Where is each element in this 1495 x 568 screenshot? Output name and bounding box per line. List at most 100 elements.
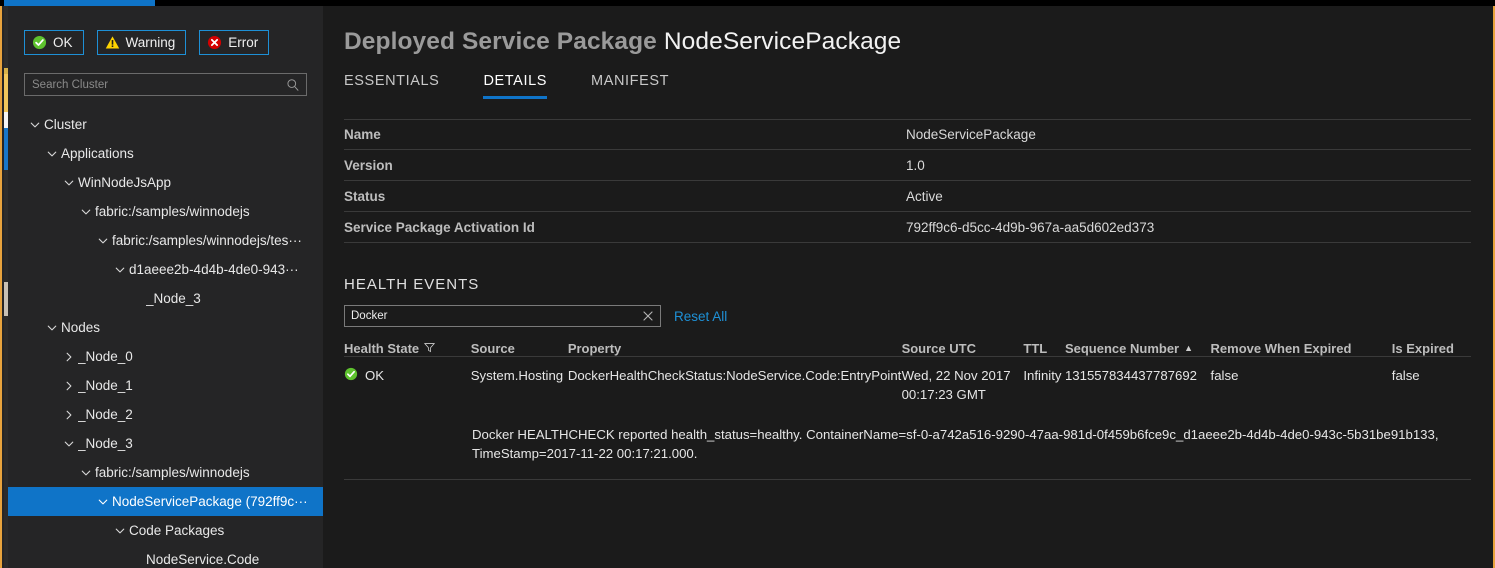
column-header-property[interactable]: Property	[568, 341, 902, 356]
column-header-health-state[interactable]: Health State	[344, 341, 471, 356]
tree-item-label: _Node_1	[78, 378, 133, 393]
property-key: Name	[344, 127, 906, 142]
health-events-filter-row: Reset All	[344, 305, 1468, 327]
tree-item-cluster[interactable]: Cluster	[8, 110, 323, 139]
property-value: Active	[906, 189, 943, 204]
cell-is-expired: false	[1392, 366, 1471, 404]
column-header-ttl[interactable]: TTL	[1023, 341, 1065, 356]
column-header-source[interactable]: Source	[471, 341, 568, 356]
sidebar: OK Warning	[8, 6, 323, 568]
tree-item-label: _Node_3	[78, 436, 133, 451]
cell-health-state-label: OK	[365, 366, 384, 385]
cell-sequence-number: 131557834437787692	[1065, 366, 1211, 404]
tree-item-node-1[interactable]: _Node_1	[8, 371, 323, 400]
property-value: NodeServicePackage	[906, 127, 1036, 142]
chevron-down-icon[interactable]	[111, 522, 129, 540]
health-event-description: Docker HEALTHCHECK reported health_statu…	[344, 404, 1471, 480]
table-row: Name NodeServicePackage	[344, 119, 1471, 150]
cell-property: DockerHealthCheckStatus:NodeService.Code…	[568, 366, 902, 404]
table-row: Service Package Activation Id 792ff9c6-d…	[344, 212, 1471, 243]
health-events-table-header: Health State Source Property Source UTC …	[344, 335, 1471, 357]
page-title: Deployed Service Package NodeServicePack…	[344, 28, 1468, 56]
tree-item-fabric-samples-winnodejs-tes[interactable]: fabric:/samples/winnodejs/tes···	[8, 226, 323, 255]
tree-item-label: d1aeee2b-4d4b-4de0-943···	[129, 262, 299, 277]
page-title-kind: Deployed Service Package	[344, 28, 657, 55]
tree-item-fabric-samples-winnodejs[interactable]: fabric:/samples/winnodejs	[8, 458, 323, 487]
background-window-sliver	[0, 0, 8, 568]
chevron-down-icon[interactable]	[60, 174, 78, 192]
status-filter-warning-button[interactable]: Warning	[97, 30, 187, 55]
tree-item-fabric-samples-winnodejs[interactable]: fabric:/samples/winnodejs	[8, 197, 323, 226]
chevron-down-icon[interactable]	[77, 203, 95, 221]
chevron-down-icon[interactable]	[111, 261, 129, 279]
chevron-down-icon[interactable]	[26, 116, 44, 134]
chevron-right-icon[interactable]	[60, 348, 78, 366]
tab-manifest[interactable]: MANIFEST	[591, 73, 669, 99]
property-key: Version	[344, 158, 906, 173]
tree-item-label: Applications	[61, 146, 134, 161]
tree-item-label: _Node_3	[146, 291, 201, 306]
tree-item-label: NodeServicePackage (792ff9c···	[112, 494, 308, 509]
chevron-right-icon[interactable]	[60, 406, 78, 424]
chevron-down-icon[interactable]	[94, 232, 112, 250]
cluster-tree: Cluster Applications WinNodeJsApp fabric:/s…	[8, 110, 323, 568]
status-filter-ok-label: OK	[53, 36, 73, 50]
tree-item-label: fabric:/samples/winnodejs	[95, 204, 250, 219]
column-header-remove-when-expired[interactable]: Remove When Expired	[1211, 341, 1392, 356]
tree-item-nodeservicepackage-792ff9c[interactable]: NodeServicePackage (792ff9c···	[8, 487, 323, 516]
column-header-is-expired[interactable]: Is Expired	[1392, 341, 1471, 356]
cell-remove-when-expired: false	[1211, 366, 1392, 404]
property-value: 792ff9c6-d5cc-4d9b-967a-aa5d602ed373	[906, 220, 1154, 235]
status-filter-warning-label: Warning	[126, 36, 176, 50]
tree-item-node-3[interactable]: _Node_3	[8, 284, 323, 313]
cluster-search[interactable]	[24, 73, 307, 96]
status-filter-error-button[interactable]: Error	[199, 30, 269, 55]
chevron-down-icon[interactable]	[43, 319, 61, 337]
tree-item-label: Nodes	[61, 320, 100, 335]
page-title-name: NodeServicePackage	[664, 28, 901, 55]
check-circle-icon	[32, 35, 47, 50]
cell-source-utc: Wed, 22 Nov 2017 00:17:23 GMT	[902, 366, 1024, 404]
cell-ttl: Infinity	[1023, 366, 1065, 404]
chevron-down-icon[interactable]	[77, 464, 95, 482]
tree-item-label: _Node_0	[78, 349, 133, 364]
filter-icon[interactable]	[424, 341, 435, 356]
chevron-down-icon[interactable]	[60, 435, 78, 453]
column-header-source-utc[interactable]: Source UTC	[902, 341, 1024, 356]
table-row[interactable]: OK System.Hosting DockerHealthCheckStatu…	[344, 357, 1471, 404]
property-key: Status	[344, 189, 906, 204]
property-key: Service Package Activation Id	[344, 220, 906, 235]
status-filter-ok-button[interactable]: OK	[24, 30, 84, 55]
health-filter-buttons: OK Warning	[8, 6, 323, 55]
tab-essentials[interactable]: ESSENTIALS	[344, 73, 439, 99]
search-input[interactable]	[25, 74, 306, 95]
tab-details[interactable]: DETAILS	[483, 73, 547, 99]
health-events-filter-input[interactable]	[345, 306, 660, 326]
tree-item-nodes[interactable]: Nodes	[8, 313, 323, 342]
column-header-sequence-number[interactable]: Sequence Number ▲	[1065, 341, 1211, 356]
chevron-down-icon[interactable]	[43, 145, 61, 163]
tree-item-nodeservice-code[interactable]: NodeService.Code	[8, 545, 323, 568]
tree-item-d1aeee2b-4d4b-4de0-943[interactable]: d1aeee2b-4d4b-4de0-943···	[8, 255, 323, 284]
tree-item-code-packages[interactable]: Code Packages	[8, 516, 323, 545]
reset-all-button[interactable]: Reset All	[674, 309, 727, 324]
error-circle-icon	[207, 35, 222, 50]
health-events-filter[interactable]	[344, 305, 661, 327]
tree-item-winnodejsapp[interactable]: WinNodeJsApp	[8, 168, 323, 197]
chevron-down-icon[interactable]	[94, 493, 112, 511]
tab-bar: ESSENTIALS DETAILS MANIFEST	[344, 73, 1468, 99]
tree-item-label: fabric:/samples/winnodejs/tes···	[112, 233, 302, 248]
column-header-sequence-number-label: Sequence Number	[1065, 341, 1179, 356]
close-icon[interactable]	[641, 309, 655, 323]
chevron-right-icon[interactable]	[60, 377, 78, 395]
tree-item-label: _Node_2	[78, 407, 133, 422]
cell-health-state: OK	[344, 366, 471, 404]
tree-item-node-3[interactable]: _Node_3	[8, 429, 323, 458]
tree-item-node-2[interactable]: _Node_2	[8, 400, 323, 429]
tree-item-node-0[interactable]: _Node_0	[8, 342, 323, 371]
tree-item-label: fabric:/samples/winnodejs	[95, 465, 250, 480]
cell-source: System.Hosting	[471, 366, 568, 404]
tree-item-applications[interactable]: Applications	[8, 139, 323, 168]
details-property-table: Name NodeServicePackage Version 1.0 Stat…	[344, 119, 1471, 243]
warning-triangle-icon	[105, 35, 120, 50]
